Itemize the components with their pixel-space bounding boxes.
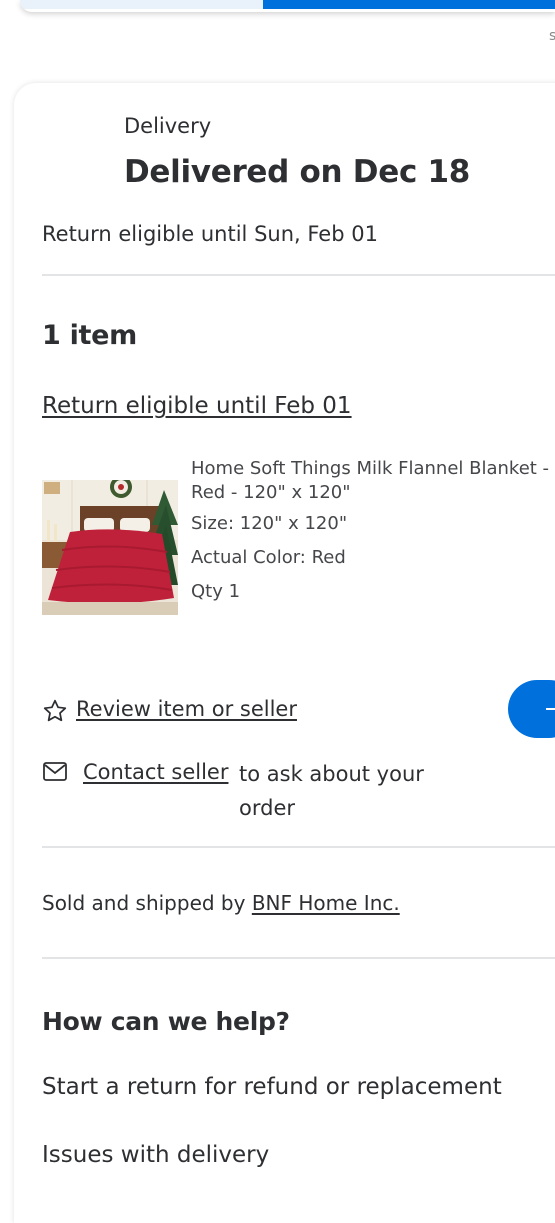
product-color: Actual Color: Red <box>191 547 346 568</box>
review-item-link[interactable]: Review item or seller <box>76 697 297 721</box>
product-quantity: Qty 1 <box>191 581 241 602</box>
seller-name-link[interactable]: BNF Home Inc. <box>252 891 400 915</box>
edge-truncated-text: s <box>549 28 555 44</box>
sold-by-text: Sold and shipped by BNF Home Inc. <box>42 891 400 915</box>
divider <box>42 957 555 959</box>
divider <box>42 274 555 276</box>
items-count: 1 item <box>42 320 137 351</box>
contact-seller-link[interactable]: Contact seller <box>83 760 228 784</box>
return-eligible-link[interactable]: Return eligible until Feb 01 <box>42 393 352 419</box>
envelope-icon[interactable] <box>42 761 68 783</box>
divider <box>42 846 555 848</box>
progress-fill <box>263 0 555 9</box>
help-option-start-return[interactable]: Start a return for refund or replacement <box>42 1074 502 1100</box>
top-progress-bar <box>0 0 555 12</box>
delivery-status-title: Delivered on Dec 18 <box>124 154 471 190</box>
product-image[interactable] <box>42 476 178 615</box>
sold-by-prefix: Sold and shipped by <box>42 891 252 915</box>
return-eligible-text: Return eligible until Sun, Feb 01 <box>42 222 378 246</box>
progress-track <box>20 0 263 9</box>
product-size: Size: 120" x 120" <box>191 513 348 534</box>
help-section-title: How can we help? <box>42 1007 290 1036</box>
product-title[interactable]: Home Soft Things Milk Flannel Blanket - … <box>191 457 551 505</box>
order-card <box>14 83 555 1223</box>
star-outline-icon[interactable] <box>42 698 68 724</box>
help-option-delivery-issues[interactable]: Issues with delivery <box>42 1142 269 1168</box>
contact-seller-description: to ask about your order <box>239 762 424 820</box>
delivery-label: Delivery <box>124 114 212 138</box>
